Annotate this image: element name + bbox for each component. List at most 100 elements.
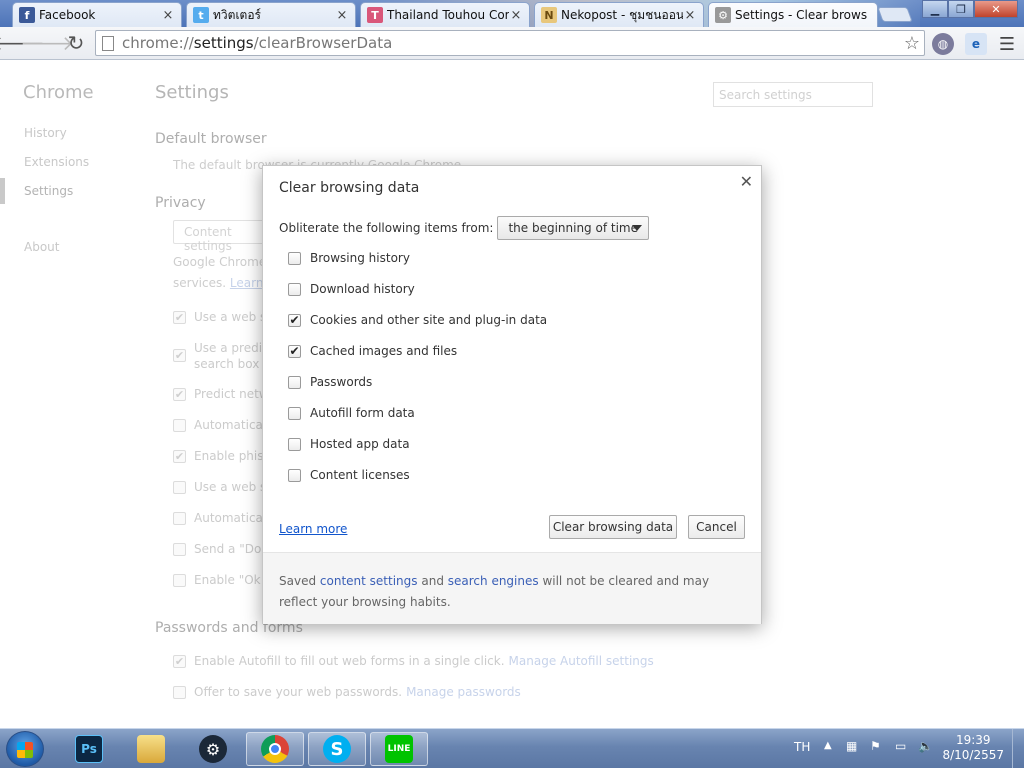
checkbox[interactable] [288,468,301,482]
close-icon[interactable]: × [509,8,523,23]
reload-button[interactable]: ↻ [64,31,88,55]
show-desktop-button[interactable] [1012,729,1024,768]
tab-nekopost[interactable]: N Nekopost - ชุมชนออนไ × [534,2,704,27]
privacy-checkbox[interactable] [173,481,186,494]
time-range-row: Obliterate the following items from: the… [279,216,650,240]
item-autofill[interactable]: Autofill form data [288,406,415,420]
item-label: Hosted app data [310,437,410,451]
item-label: Cookies and other site and plug-in data [310,313,548,327]
manage-autofill-link[interactable]: Manage Autofill settings [509,654,654,668]
learn-more-link[interactable]: Learn more [279,522,347,536]
touhou-icon: T [367,7,383,23]
item-passwords[interactable]: Passwords [288,375,372,389]
item-browsing-history[interactable]: Browsing history [288,251,410,265]
privacy-checkbox[interactable]: ✔ [173,388,186,401]
tab-settings[interactable]: ⚙ Settings - Clear brows [708,2,878,27]
close-icon[interactable]: × [335,8,349,23]
network-icon[interactable]: ▭ [895,739,906,753]
minimize-button[interactable]: ▁ [922,0,948,18]
privacy-option-label: Predict netw [194,387,269,401]
sidebar-item-history[interactable]: History [24,126,67,140]
action-center-icon[interactable]: ⚑ [870,739,881,753]
taskbar-line[interactable]: LINE [370,732,428,766]
item-content-licenses[interactable]: Content licenses [288,468,410,482]
privacy-checkbox[interactable]: ✔ [173,311,186,324]
tab-title: ทวิตเตอร์ [213,7,261,22]
taskbar-skype[interactable]: S [308,732,366,766]
start-button[interactable] [6,731,44,767]
sidebar-item-extensions[interactable]: Extensions [24,155,89,169]
browser-toolbar: 🡐 🡒 ↻ chrome://settings/clearBrowserData… [0,27,1024,60]
checkbox-checked[interactable]: ✔ [288,344,301,358]
tab-facebook[interactable]: f Facebook × [12,2,182,27]
twitter-icon: t [193,7,209,23]
new-tab-button[interactable] [877,7,913,22]
time-range-value: the beginning of time [508,221,638,235]
privacy-option-label: Enable phish [194,449,272,463]
tab-title: Facebook [39,8,96,22]
show-hidden-icons-icon[interactable]: ▲ [824,740,832,751]
taskbar-photoshop[interactable]: Ps [60,732,118,766]
close-icon[interactable]: × [683,8,697,23]
manage-passwords-link[interactable]: Manage passwords [406,685,521,699]
search-settings-input[interactable]: Search settings [713,82,873,107]
clear-browsing-data-button[interactable]: Clear browsing data [549,515,677,539]
checkbox[interactable] [288,282,301,296]
item-cookies[interactable]: ✔ Cookies and other site and plug-in dat… [288,313,547,327]
volume-icon[interactable]: 🔈 [918,739,933,753]
taskbar-steam[interactable]: ⚙ [184,732,242,766]
save-passwords-checkbox[interactable] [173,686,186,699]
taskbar-explorer[interactable] [122,732,180,766]
restore-button[interactable]: ❐ [948,0,974,18]
system-clock[interactable]: 19:39 8/10/2557 [942,733,1004,763]
privacy-checkbox[interactable] [173,543,186,556]
close-icon[interactable]: ✕ [740,172,753,191]
tab-twitter[interactable]: t ทวิตเตอร์ × [186,2,356,27]
taskbar-chrome[interactable] [246,732,304,766]
menu-icon[interactable]: ☰ [996,33,1018,55]
tab-touhou[interactable]: T Thailand Touhou Com × [360,2,530,27]
checkbox[interactable] [288,375,301,389]
sidebar-item-settings[interactable]: Settings [24,184,73,198]
line-icon: LINE [385,735,413,763]
clear-browsing-data-dialog: Clear browsing data ✕ Obliterate the fol… [262,165,762,624]
item-label: Download history [310,282,415,296]
tab-title: Thailand Touhou Com [387,8,509,22]
privacy-checkbox[interactable] [173,512,186,525]
window-close-button[interactable]: ✕ [974,0,1018,18]
cancel-button[interactable]: Cancel [688,515,745,539]
content-settings-link[interactable]: content settings [320,574,418,588]
dialog-title: Clear browsing data [279,180,420,196]
close-icon[interactable]: × [161,8,175,23]
ie-tab-icon[interactable]: e [965,33,987,55]
forward-button[interactable]: 🡒 [20,31,74,55]
checkbox-checked[interactable]: ✔ [288,313,301,327]
item-cached-images[interactable]: ✔ Cached images and files [288,344,457,358]
privacy-checkbox[interactable] [173,574,186,587]
windows-taskbar: Ps ⚙ S LINE TH ▲ ▦ ⚑ ▭ 🔈 19:39 8/10/2557 [0,728,1024,768]
sidebar-item-about[interactable]: About [24,240,59,254]
checkbox[interactable] [288,437,301,451]
language-indicator[interactable]: TH [794,740,810,754]
url-text: chrome://settings/clearBrowserData [122,34,393,52]
clock-date: 8/10/2557 [942,748,1004,762]
autofill-checkbox[interactable]: ✔ [173,655,186,668]
checkbox[interactable] [288,251,301,265]
default-browser-heading: Default browser [155,131,267,147]
dialog-footer: Saved content settings and search engine… [263,552,761,624]
privacy-checkbox[interactable]: ✔ [173,450,186,463]
content-settings-button[interactable]: Content settings [173,220,273,253]
checkbox[interactable] [288,406,301,420]
privacy-checkbox[interactable] [173,419,186,432]
search-engines-link[interactable]: search engines [448,574,539,588]
tray-app-icon[interactable]: ▦ [846,739,857,753]
privacy-text: Google Chrome [173,255,267,269]
extension-shield-icon[interactable]: ◍ [932,33,954,55]
item-download-history[interactable]: Download history [288,282,415,296]
address-bar[interactable]: chrome://settings/clearBrowserData ☆ [95,30,925,56]
facebook-icon: f [19,7,35,23]
privacy-checkbox[interactable]: ✔ [173,349,186,362]
item-hosted-app-data[interactable]: Hosted app data [288,437,410,451]
bookmark-star-icon[interactable]: ☆ [904,33,920,54]
time-range-select[interactable]: the beginning of time [497,216,650,240]
